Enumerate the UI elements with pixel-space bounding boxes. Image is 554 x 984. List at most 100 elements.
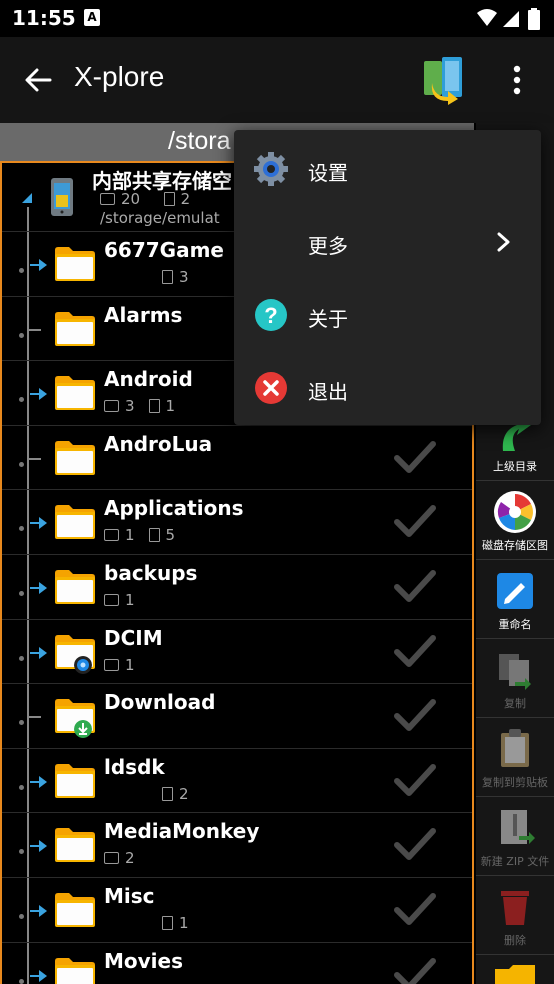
folder-icon	[55, 570, 95, 604]
current-path: /stora	[168, 127, 231, 155]
folder-meta: 1	[104, 591, 135, 609]
folder-row[interactable]: MediaMonkey 2	[2, 812, 472, 876]
copy-button[interactable]: 复制	[476, 640, 554, 718]
folder-count: 3	[125, 397, 135, 416]
checkmark-icon[interactable]	[394, 957, 436, 984]
disk-map-label: 磁盘存储区图	[482, 539, 548, 552]
expand-arrow-icon[interactable]	[30, 387, 50, 401]
disk-map-button[interactable]: 磁盘存储区图	[476, 482, 554, 560]
menu-label-settings: 设置	[308, 161, 348, 185]
expand-arrow-icon[interactable]	[30, 969, 50, 983]
checkmark-icon[interactable]	[394, 892, 436, 928]
folder-name: DCIM	[104, 625, 163, 650]
delete-button[interactable]: 删除	[476, 877, 554, 955]
copy-icon	[499, 654, 531, 690]
phone-storage-icon	[51, 178, 73, 216]
checkmark-icon[interactable]	[394, 698, 436, 734]
folder-count-icon	[104, 852, 119, 865]
menu-label-about: 关于	[308, 307, 348, 331]
folder-count: 1	[125, 591, 135, 609]
folder-icon	[55, 440, 95, 475]
folder-icon	[55, 505, 95, 540]
file-count: 2	[179, 784, 189, 803]
tree-dot	[19, 526, 24, 532]
folder-count: 1	[125, 655, 135, 674]
copy-label: 复制	[504, 697, 526, 710]
app-logo-icon[interactable]	[422, 57, 464, 105]
folder-row[interactable]: Applications 1 5	[2, 489, 472, 553]
folder-meta: 2	[104, 849, 135, 867]
folder-row[interactable]: AndroLua	[2, 424, 472, 489]
notification-a-icon: A	[84, 9, 100, 26]
app-title: X-plore	[74, 61, 165, 92]
folder-row[interactable]: backups 1	[2, 554, 472, 618]
expand-arrow-icon[interactable]	[30, 904, 50, 918]
tree-branch	[29, 716, 41, 719]
expand-arrow-icon[interactable]	[30, 258, 50, 272]
file-count-icon	[162, 916, 173, 930]
checkmark-icon[interactable]	[394, 440, 436, 476]
folder-count-icon	[104, 658, 119, 671]
expand-arrow-icon[interactable]	[30, 839, 50, 853]
folder-meta: 2	[104, 785, 189, 803]
file-count: 1	[179, 914, 189, 932]
folder-count-icon	[104, 529, 119, 542]
menu-item-about[interactable]: ? 关于	[234, 278, 541, 351]
checkmark-icon[interactable]	[394, 504, 436, 540]
folder-name: Misc	[104, 884, 155, 908]
help-icon: ?	[255, 299, 287, 331]
expand-arrow-icon[interactable]	[30, 581, 50, 595]
download-badge-icon	[74, 720, 92, 739]
back-arrow-icon[interactable]	[22, 64, 54, 96]
file-count-icon	[162, 786, 173, 801]
folder-name: MediaMonkey	[104, 819, 260, 844]
rename-label: 重命名	[498, 618, 532, 631]
checkmark-icon[interactable]	[394, 634, 436, 670]
expand-arrow-icon[interactable]	[30, 775, 50, 789]
checkmark-icon[interactable]	[394, 569, 436, 605]
file-count-icon	[163, 192, 175, 206]
rename-button[interactable]: 重命名	[476, 561, 554, 639]
gear-icon	[254, 152, 288, 186]
menu-item-exit[interactable]: 退出	[234, 351, 541, 424]
folder-count-icon	[104, 400, 119, 413]
folder-row[interactable]: Movies	[2, 941, 472, 984]
file-count: 5	[165, 526, 176, 545]
folder-icon	[55, 247, 95, 281]
folder-row[interactable]: ldsdk 2	[2, 747, 472, 812]
expand-arrow-icon[interactable]	[30, 646, 50, 660]
battery-icon	[528, 8, 540, 30]
new-zip-button[interactable]: 新建 ZIP 文件	[476, 798, 554, 876]
tree-dot	[19, 784, 24, 790]
menu-item-settings[interactable]: 设置	[234, 132, 541, 205]
overflow-popup-menu: 设置 更多 ? 关于 退出	[234, 130, 541, 425]
new-zip-label: 新建 ZIP 文件	[480, 855, 550, 868]
checkmark-icon[interactable]	[394, 827, 436, 863]
checkmark-icon[interactable]	[394, 763, 436, 799]
tree-dot	[19, 397, 24, 403]
tree-dot	[19, 268, 24, 273]
folder-meta: 1	[104, 914, 189, 932]
expand-arrow-icon[interactable]	[30, 516, 50, 530]
camera-badge-icon	[74, 655, 92, 674]
collapse-arrow-icon[interactable]	[20, 191, 34, 205]
folder-row[interactable]: Download	[2, 683, 472, 747]
tree-dot	[19, 655, 24, 661]
tree-branch	[29, 457, 41, 460]
chevron-right-icon	[497, 232, 510, 252]
overflow-menu-icon[interactable]	[500, 63, 534, 97]
menu-item-more[interactable]: 更多	[234, 205, 541, 278]
folder-row[interactable]: Misc 1	[2, 877, 472, 941]
folder-row[interactable]: DCIM 1	[2, 618, 472, 683]
folder-name: Android	[104, 367, 193, 392]
copy-clipboard-button[interactable]: 复制到剪贴板	[476, 719, 554, 797]
folder-name: Alarms	[104, 302, 183, 327]
folder-meta: 31	[104, 397, 175, 415]
action-bar: X-plore	[0, 37, 554, 123]
menu-label-more: 更多	[308, 234, 348, 258]
delete-label: 删除	[504, 934, 526, 947]
folder-name: 6677Game	[104, 238, 224, 262]
folder-icon	[55, 828, 95, 863]
folder-count-icon	[104, 594, 119, 606]
storage-path: /storage/emulat	[100, 209, 220, 227]
